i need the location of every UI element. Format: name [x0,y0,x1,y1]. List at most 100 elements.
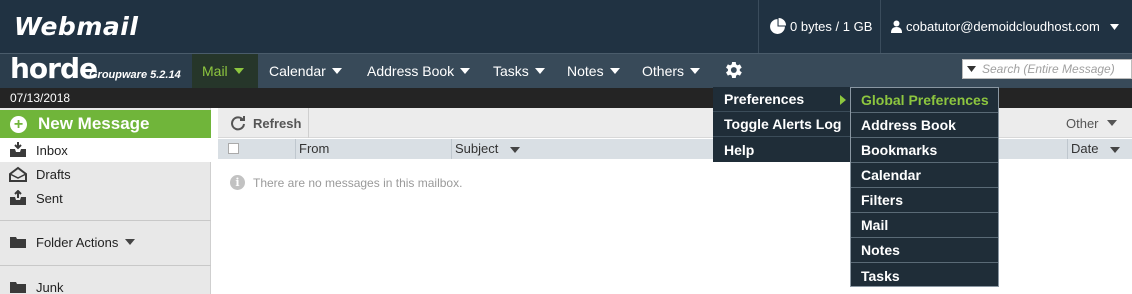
nav-notes[interactable]: Notes [557,54,629,88]
menu-help-label: Help [724,141,755,158]
new-message-button[interactable]: + New Message [0,110,211,138]
triangle-down-icon [1110,147,1121,153]
other-menu-button[interactable]: Other [1066,108,1117,138]
column-date[interactable]: Date [1067,139,1121,159]
user-menu[interactable]: cobatutor@demoidcloudhost.com [880,0,1132,53]
nav-others[interactable]: Others [632,54,712,88]
submenu-tasks-label: Tasks [861,267,900,284]
folder-actions[interactable]: Folder Actions [0,230,211,254]
search-input[interactable] [982,62,1122,76]
folder-icon [10,237,26,248]
sidebar: + New Message Inbox Drafts Sent Folder A… [0,108,211,294]
nav-others-label: Others [642,63,685,79]
folder-drafts[interactable]: Drafts [0,162,211,186]
new-message-label: New Message [38,114,150,133]
top-bar: Webmail 0 bytes / 1 GB cobatutor@demoidc… [0,0,1132,53]
column-subject[interactable]: Subject [451,139,520,159]
refresh-icon [231,116,245,131]
triangle-down-icon [690,68,701,74]
triangle-down-icon [609,68,620,74]
inbox-icon [10,142,26,157]
nav-calendar[interactable]: Calendar [259,54,355,88]
horde-wordmark: horde [10,52,98,85]
quota-indicator[interactable]: 0 bytes / 1 GB [758,0,879,53]
folder-junk[interactable]: Junk [0,275,211,294]
nav-mail[interactable]: Mail [192,54,258,88]
nav-mail-label: Mail [202,63,228,79]
column-subject-label: Subject [455,141,499,156]
folder-junk-label: Junk [36,279,64,294]
menu-toggle-alerts-log-label: Toggle Alerts Log [724,116,842,132]
preferences-submenu: Global Preferences Address Book Bookmark… [850,87,999,287]
menu-preferences-label: Preferences [724,91,805,107]
triangle-down-icon [460,68,471,74]
column-date-label: Date [1071,141,1099,156]
folder-inbox[interactable]: Inbox [0,138,211,162]
other-label: Other [1066,115,1099,131]
nav-notes-label: Notes [567,63,604,79]
submenu-mail-label: Mail [861,217,889,233]
nav-tasks-label: Tasks [493,63,529,79]
submenu-address-book[interactable]: Address Book [851,113,998,138]
plus-icon: + [10,115,27,133]
menu-preferences[interactable]: Preferences [713,87,850,112]
refresh-label: Refresh [253,115,302,131]
nav-address-book-label: Address Book [367,63,455,79]
submenu-mail[interactable]: Mail [851,213,998,238]
refresh-button[interactable]: Refresh [218,108,309,138]
pie-chart-icon [770,18,786,34]
horde-logo[interactable]: horde Groupware 5.2.14 [0,54,192,88]
submenu-arrow-icon [840,95,846,105]
select-all-checkbox[interactable] [228,143,239,154]
folder-sent[interactable]: Sent [0,186,211,210]
drafts-icon [9,166,27,182]
submenu-notes-label: Notes [861,242,900,258]
column-from[interactable]: From [295,139,329,159]
triangle-down-icon [534,68,545,74]
chevron-down-icon [1109,23,1119,30]
webmail-logo: Webmail [14,12,139,41]
quota-text: 0 bytes / 1 GB [790,19,873,34]
submenu-filters-label: Filters [861,192,904,208]
main-nav: horde Groupware 5.2.14 Mail Calendar Add… [0,53,1132,88]
gear-icon[interactable] [722,59,744,81]
sent-icon [10,190,26,205]
nav-calendar-label: Calendar [269,63,326,79]
user-email: cobatutor@demoidcloudhost.com [906,19,1100,34]
empty-mailbox-text: There are no messages in this mailbox. [253,175,463,190]
triangle-down-icon [233,68,244,74]
menu-toggle-alerts-log[interactable]: Toggle Alerts Log [713,112,850,137]
triangle-down-icon [1106,120,1117,126]
folder-icon [10,282,26,293]
search-options-icon[interactable] [967,66,976,72]
settings-menu: Preferences Toggle Alerts Log Help [713,87,850,162]
submenu-global-preferences-label: Global Preferences [861,92,989,108]
submenu-address-book-label: Address Book [861,117,956,133]
menu-help[interactable]: Help [713,137,850,162]
nav-tasks[interactable]: Tasks [483,54,555,88]
horde-version: Groupware 5.2.14 [89,69,181,81]
triangle-down-icon [331,68,342,74]
triangle-down-icon [510,147,520,153]
submenu-global-preferences[interactable]: Global Preferences [851,88,998,113]
folder-actions-label: Folder Actions [36,234,119,250]
search-box[interactable] [962,59,1132,79]
column-from-label: From [299,141,330,156]
submenu-tasks[interactable]: Tasks [851,263,998,288]
info-icon: i [230,175,245,190]
submenu-notes[interactable]: Notes [851,238,998,263]
submenu-calendar-label: Calendar [861,167,921,183]
empty-mailbox-notice: i There are no messages in this mailbox. [230,175,462,190]
sidebar-divider [0,265,211,266]
submenu-bookmarks-label: Bookmarks [861,142,938,158]
folder-inbox-label: Inbox [36,142,68,158]
submenu-filters[interactable]: Filters [851,188,998,213]
nav-address-book[interactable]: Address Book [357,54,481,88]
user-icon [891,20,902,33]
triangle-down-icon [125,239,136,245]
submenu-calendar[interactable]: Calendar [851,163,998,188]
submenu-bookmarks[interactable]: Bookmarks [851,138,998,163]
sidebar-divider [0,220,211,221]
folder-drafts-label: Drafts [36,166,71,182]
folder-sent-label: Sent [36,190,63,206]
